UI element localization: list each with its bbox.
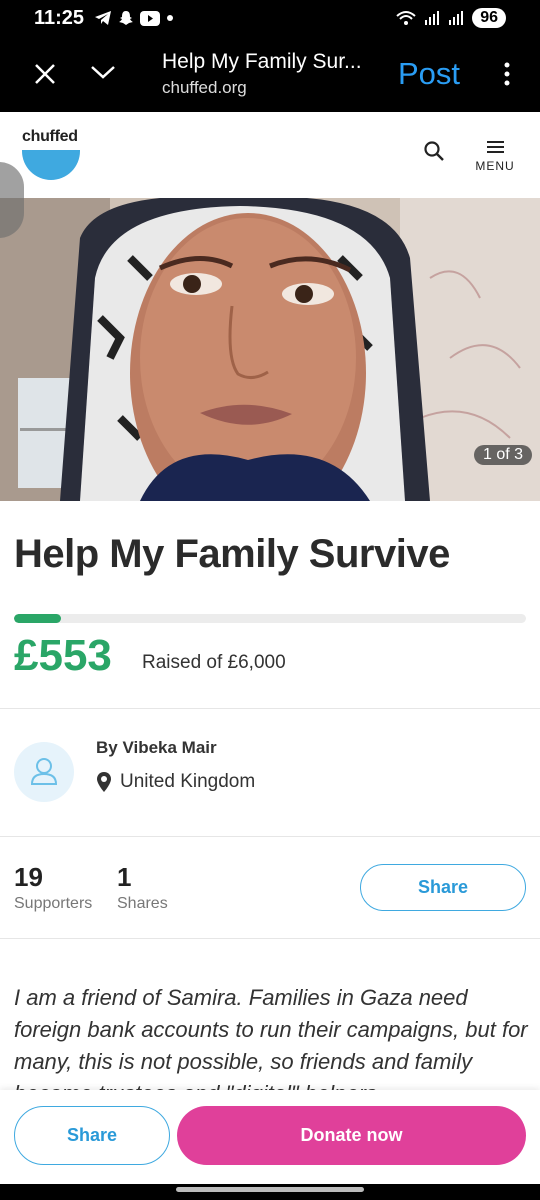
organizer-name: By Vibeka Mair (96, 738, 217, 757)
telegram-icon (95, 11, 112, 25)
funding-progress-fill (14, 614, 62, 623)
funding-progress-bar (14, 614, 526, 623)
campaign-photo-image (0, 198, 540, 501)
organizer-location: United Kingdom (96, 771, 255, 793)
user-icon (30, 758, 58, 785)
close-icon (35, 63, 55, 84)
system-nav-bar (0, 1184, 540, 1200)
signal-icon (425, 11, 440, 25)
battery-indicator: 96 (472, 8, 506, 28)
system-indicators: 96 (396, 8, 506, 28)
campaign-photo[interactable]: 1 of 3 (0, 198, 540, 501)
bottom-share-button[interactable]: Share (14, 1106, 170, 1165)
supporters-stat: 19 Supporters (14, 862, 92, 913)
location-text: United Kingdom (120, 771, 256, 792)
browser-page-title: Help My Family Sur... (162, 50, 362, 73)
signal-icon (449, 11, 464, 25)
status-bar: 11:25 96 (0, 0, 540, 36)
wifi-icon (396, 11, 416, 25)
more-vertical-icon (504, 62, 510, 86)
logo-bowl-icon (22, 150, 80, 180)
shares-label: Shares (117, 895, 168, 912)
post-button[interactable]: Post (398, 56, 460, 92)
chevron-down-icon (91, 65, 115, 79)
campaign-title: Help My Family Survive (14, 532, 450, 576)
map-pin-icon (97, 772, 111, 792)
snapchat-icon (119, 11, 134, 25)
status-time: 11:25 (34, 6, 85, 29)
site-header: chuffed MENU (0, 112, 540, 198)
browser-url: chuffed.org (162, 78, 247, 97)
youtube-icon (140, 10, 161, 26)
supporters-label: Supporters (14, 895, 93, 912)
donate-now-button[interactable]: Donate now (177, 1106, 526, 1165)
share-button[interactable]: Share (360, 864, 526, 911)
search-icon (424, 141, 444, 161)
logo-text: chuffed (22, 128, 78, 145)
shares-count: 1 (117, 862, 132, 892)
raised-of-goal: Raised of £6,000 (142, 652, 286, 673)
page-info: Help My Family Sur... chuffed.org (162, 50, 398, 98)
dot-icon (167, 15, 174, 21)
shares-stat: 1 Shares (117, 862, 168, 913)
search-button[interactable] (423, 140, 445, 167)
collapse-button[interactable] (90, 64, 136, 85)
chuffed-logo[interactable]: chuffed (22, 128, 82, 180)
notification-icons (94, 10, 174, 26)
amount-raised: £553 (14, 631, 112, 680)
close-button[interactable] (0, 56, 90, 93)
section-divider (0, 836, 540, 837)
more-options-button[interactable] (492, 62, 522, 86)
bottom-action-bar: Share Donate now (0, 1090, 540, 1184)
menu-label: MENU (475, 159, 515, 173)
menu-button[interactable]: MENU (474, 138, 516, 173)
home-gesture-handle[interactable] (176, 1187, 364, 1192)
photo-counter: 1 of 3 (473, 445, 532, 465)
avatar (14, 742, 74, 802)
section-divider (0, 708, 540, 709)
browser-toolbar: Help My Family Sur... chuffed.org Post (0, 36, 540, 112)
supporters-count: 19 (14, 862, 43, 892)
hamburger-icon (474, 141, 516, 153)
section-divider (0, 938, 540, 939)
